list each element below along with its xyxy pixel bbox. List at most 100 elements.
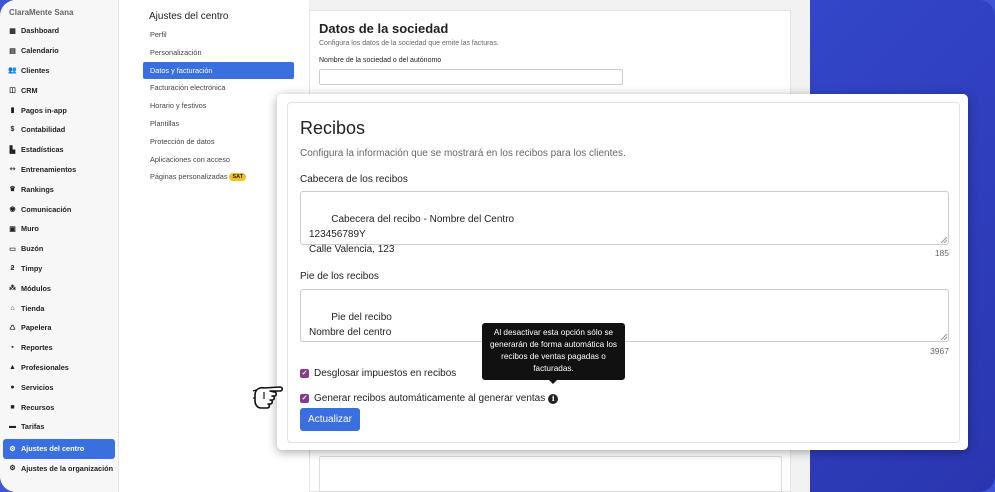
receipt-header-text: Cabecera del recibo - Nombre del Centro … — [309, 214, 515, 255]
sidebar-item-muro[interactable]: ▣ Muro — [0, 219, 118, 239]
sidebar-item-label: Recursos — [21, 402, 55, 412]
receipt-footer-counter: 3967 — [930, 346, 949, 356]
file-icon: ▪ — [11, 344, 14, 352]
sidebar-item-módulos[interactable]: ⁂ Módulos — [0, 278, 118, 298]
settings-item[interactable]: Datos y facturación — [143, 61, 294, 80]
settings-item-label: Facturación electrónica — [150, 83, 226, 93]
brand-name: ClaraMente Sana — [9, 8, 74, 17]
break-taxes-label: Desglosar impuestos en recibos — [314, 368, 457, 379]
users-icon: 👥 — [8, 67, 17, 75]
sidebar-item-calendario[interactable]: ▤ Calendario — [0, 41, 118, 61]
sidebar-item-ajustes-del-centro[interactable]: ⚙ Ajustes del centro — [3, 438, 115, 459]
sidebar-item-comunicación[interactable]: ◉ Comunicación — [0, 199, 118, 219]
update-button[interactable]: Actualizar — [300, 408, 360, 431]
sidebar-item-estadísticas[interactable]: ▙ Estadísticas — [0, 140, 118, 160]
receipts-title: Recibos — [300, 118, 366, 138]
nav-list: ▦ Dashboard ▤ Calendario 👥 Clientes ◫ CRM ▮ Pagos… — [0, 21, 118, 478]
sidebar-item-contabilidad[interactable]: $ Contabilidad — [0, 120, 118, 140]
sidebar-item-label: CRM — [21, 85, 38, 95]
auto-receipts-label: Generar recibos automáticamente al gener… — [314, 393, 546, 404]
circle-icon: ● — [10, 383, 15, 391]
shop-icon: ⌂ — [10, 304, 15, 312]
calendar-icon: ▤ — [9, 47, 16, 55]
auto-receipts-checkbox[interactable]: ✓ — [300, 394, 309, 403]
info-icon[interactable]: i — [548, 393, 559, 404]
sidebar-item-label: Comunicación — [21, 204, 72, 214]
dollar-icon: $ — [10, 126, 15, 134]
settings-item-label: Horario y festivos — [150, 101, 207, 111]
graduation-icon: ▲ — [9, 363, 16, 371]
sidebar-item-label: Clientes — [21, 65, 50, 75]
sidebar-item-label: Contabilidad — [21, 125, 66, 135]
sidebar-item-clientes[interactable]: 👥 Clientes — [0, 61, 118, 81]
sidebar-item-reportes[interactable]: ▪ Reportes — [0, 338, 118, 358]
bar-chart-icon: ▙ — [9, 146, 16, 154]
receipts-subtitle: Configura la información que se mostrará… — [300, 148, 626, 159]
chat-icon: ◉ — [9, 206, 16, 214]
settings-item[interactable]: Perfil — [119, 26, 309, 44]
receipt-header-textarea[interactable]: Cabecera del recibo - Nombre del Centro … — [300, 191, 949, 255]
break-taxes-option[interactable]: ✓ Desglosar impuestos en recibos — [300, 368, 456, 379]
company-data-title: Datos de la sociedad — [319, 21, 449, 36]
sidebar-item-ajustes-de-la-organización[interactable]: ⚙ Ajustes de la organización — [0, 459, 118, 479]
settings-item-label: Páginas personalizadas — [150, 172, 228, 182]
settings-item-label: Protección de datos — [150, 136, 215, 146]
sidebar-item-label: Tienda — [21, 303, 45, 313]
recycle-icon: ♺ — [9, 324, 16, 332]
gear-icon: ⚙ — [9, 445, 16, 453]
sidebar-item-label: Timpy — [21, 263, 43, 273]
receipt-footer-label: Pie de los recibos — [300, 271, 379, 282]
settings-item-label: Perfil — [150, 30, 167, 39]
auto-receipts-option[interactable]: ✓ Generar recibos automáticamente al gen… — [300, 393, 559, 404]
sidebar-item-entrenamientos[interactable]: ⇿ Entrenamientos — [0, 160, 118, 180]
receipts-panel: Recibos Configura la información que se … — [287, 102, 960, 443]
timpy-icon: ƻ — [10, 264, 15, 272]
sidebar-item-profesionales[interactable]: ▲ Profesionales — [0, 358, 118, 378]
sidebar-item-label: Calendario — [21, 46, 59, 56]
sidebar-item-label: Rankings — [21, 184, 54, 194]
receipts-modal: Recibos Configura la información que se … — [277, 94, 968, 450]
sidebar-item-label: Ajustes de la organización — [21, 463, 114, 473]
lower-panel — [319, 456, 782, 492]
grid-icon: ▦ — [9, 27, 16, 35]
sidebar-item-label: Buzón — [21, 244, 44, 254]
settings-item-label: Personalización — [150, 47, 202, 57]
sidebar-item-timpy[interactable]: ƻ Timpy — [0, 259, 118, 279]
sidebar-item-rankings[interactable]: ♛ Rankings — [0, 179, 118, 199]
company-name-input[interactable] — [319, 69, 623, 85]
gear-icon: ⚙ — [9, 465, 16, 473]
break-taxes-checkbox[interactable]: ✓ — [300, 369, 309, 378]
sidebar-item-label: Estadísticas — [21, 145, 64, 155]
receipt-header-label: Cabecera de los recibos — [300, 174, 408, 185]
sidebar-item-papelera[interactable]: ♺ Papelera — [0, 318, 118, 338]
modules-icon: ⁂ — [9, 285, 16, 293]
sidebar-item-label: Reportes — [21, 343, 53, 353]
inbox-icon: ▭ — [9, 245, 16, 253]
sidebar-item-recursos[interactable]: ■ Recursos — [0, 397, 118, 417]
trophy-icon: ♛ — [9, 186, 16, 194]
image-icon: ▣ — [9, 225, 16, 233]
ticket-icon: ▬ — [9, 423, 16, 431]
sidebar-item-label: Pagos in-app — [21, 105, 67, 115]
resize-grip-icon[interactable] — [941, 334, 947, 340]
sidebar-item-servicios[interactable]: ● Servicios — [0, 377, 118, 397]
sidebar-item-label: Tarifas — [21, 422, 45, 432]
pointing-hand-icon — [252, 386, 284, 409]
columns-icon: ◫ — [9, 87, 16, 95]
receipt-header-counter: 185 — [934, 248, 949, 258]
settings-item-label: Aplicaciones con acceso — [150, 154, 230, 164]
settings-item[interactable]: Personalización — [119, 44, 309, 62]
sat-badge: SAT — [229, 173, 247, 182]
sidebar-item-pagos-in-app[interactable]: ▮ Pagos in-app — [0, 100, 118, 120]
sidebar-item-dashboard[interactable]: ▦ Dashboard — [0, 21, 118, 41]
sidebar-item-label: Papelera — [21, 323, 52, 333]
sidebar-item-label: Servicios — [21, 382, 54, 392]
settings-menu-title: Ajustes del centro — [149, 11, 229, 22]
sidebar-item-tienda[interactable]: ⌂ Tienda — [0, 298, 118, 318]
box-icon: ■ — [10, 403, 15, 411]
settings-item-label: Datos y facturación — [150, 65, 213, 75]
sidebar-item-crm[interactable]: ◫ CRM — [0, 80, 118, 100]
resize-grip-icon[interactable] — [941, 237, 947, 243]
sidebar-item-tarifas[interactable]: ▬ Tarifas — [0, 417, 118, 437]
sidebar-item-buzón[interactable]: ▭ Buzón — [0, 239, 118, 259]
